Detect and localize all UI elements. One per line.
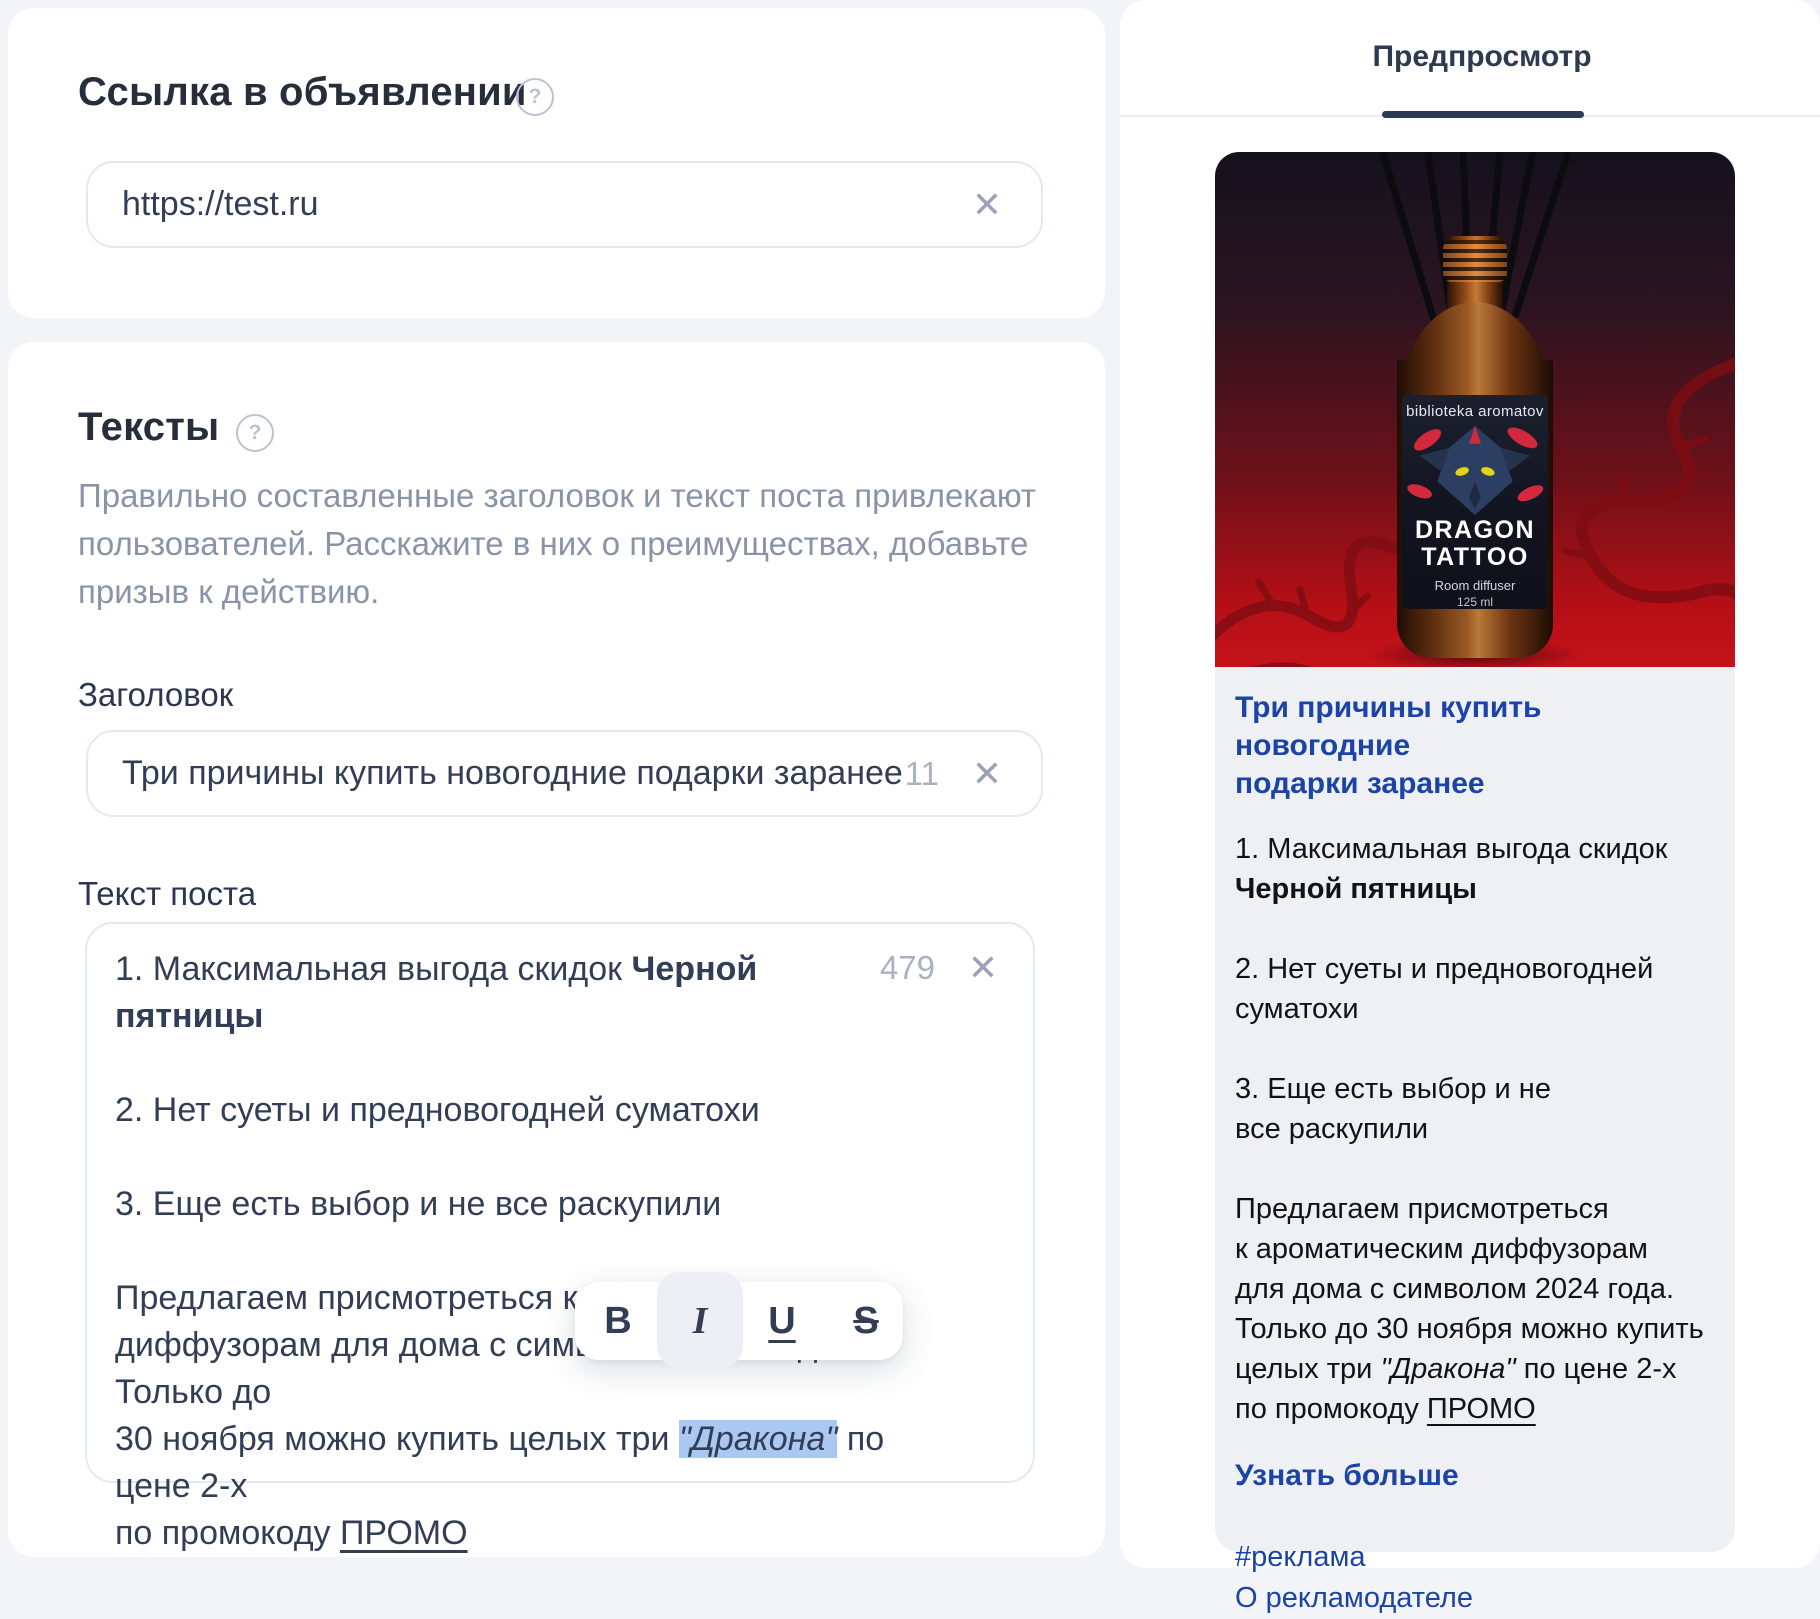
ad-title-link[interactable]: Три причины купить новогодние подарки за… <box>1235 689 1715 803</box>
italic-button[interactable]: I <box>665 1282 735 1360</box>
dragon-artwork <box>1405 422 1545 517</box>
page: Ссылка в объявлении ? https://test.ru ✕ … <box>0 0 1820 1580</box>
headline-input[interactable]: Три причины купить новогодние подарки за… <box>86 730 1043 817</box>
url-input[interactable]: https://test.ru ✕ <box>86 161 1043 248</box>
advertiser-info-link[interactable]: О рекламодателе <box>1235 1578 1715 1619</box>
product-name-line1: DRAGON <box>1415 517 1535 544</box>
dragon-silhouette-right <box>1531 352 1735 667</box>
tab-preview[interactable]: Предпросмотр <box>1232 40 1732 74</box>
bottle-cap-threads <box>1443 240 1507 282</box>
tab-underline <box>1382 111 1584 118</box>
product-name-line2: TATTOO <box>1421 544 1529 571</box>
headline-char-counter: 11 <box>905 755 939 793</box>
help-icon[interactable]: ? <box>516 78 554 116</box>
help-icon-glyph: ? <box>249 421 262 445</box>
format-toolbar: B I U S <box>575 1282 903 1360</box>
clear-url-icon[interactable]: ✕ <box>967 185 1007 225</box>
headline-label: Заголовок <box>78 676 233 714</box>
reed-stick <box>1511 152 1579 319</box>
ad-product-image: biblioteka aromatov DRAGO <box>1215 152 1735 667</box>
ad-post-text: 1. Максимальная выгода скидок Черной пят… <box>1235 829 1715 1429</box>
product-volume: 125 ml <box>1457 595 1493 609</box>
bold-button[interactable]: B <box>583 1282 653 1360</box>
link-card-title: Ссылка в объявлении <box>78 70 527 115</box>
ad-hashtag-link[interactable]: #реклама <box>1235 1537 1715 1578</box>
ad-preview-card: biblioteka aromatov DRAGO <box>1215 152 1735 1552</box>
brand-name: biblioteka aromatov <box>1406 403 1544 420</box>
strikethrough-button[interactable]: S <box>831 1282 901 1360</box>
product-subtitle: Room diffuser <box>1435 578 1516 593</box>
bottle-label: biblioteka aromatov DRAGO <box>1402 395 1548 609</box>
post-text-area[interactable]: 1. Максимальная выгода скидок Черной пят… <box>85 922 1035 1483</box>
post-char-counter: 479 <box>880 949 935 987</box>
preview-panel: Предпросмотр <box>1120 0 1820 1568</box>
texts-description: Правильно составленные заголовок и текст… <box>78 472 1036 616</box>
post-text-content: 1. Максимальная выгода скидок Черной пят… <box>115 946 935 1557</box>
help-icon-glyph: ? <box>529 85 542 109</box>
clear-post-icon[interactable]: ✕ <box>963 948 1003 988</box>
texts-card-title: Тексты <box>78 405 219 450</box>
underline-button[interactable]: U <box>747 1282 817 1360</box>
help-icon[interactable]: ? <box>236 414 274 452</box>
url-input-value: https://test.ru <box>122 185 967 224</box>
learn-more-link[interactable]: Узнать больше <box>1235 1459 1715 1493</box>
link-card: Ссылка в объявлении ? https://test.ru ✕ <box>8 8 1105 318</box>
post-text-label: Текст поста <box>78 875 256 913</box>
clear-headline-icon[interactable]: ✕ <box>967 754 1007 794</box>
headline-input-value: Три причины купить новогодние подарки за… <box>122 754 905 793</box>
ad-preview-body: Три причины купить новогодние подарки за… <box>1215 667 1735 1552</box>
